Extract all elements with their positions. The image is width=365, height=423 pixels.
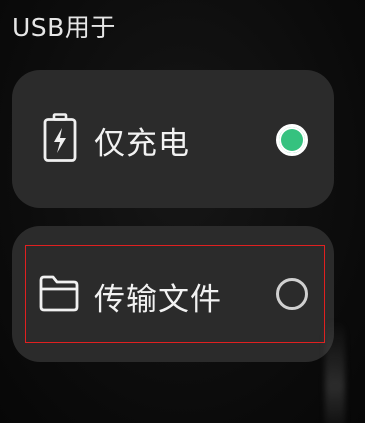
option-charge-only[interactable]: 仅充电 [12, 70, 334, 208]
battery-charging-icon [43, 113, 77, 162]
bezel-reflection [325, 320, 345, 423]
radio-selected[interactable] [276, 124, 308, 156]
option-label-charge-only: 仅充电 [94, 126, 190, 162]
page-title: USB用于 [12, 13, 116, 42]
highlight-box [25, 245, 325, 343]
usb-mode-screen: USB用于 仅充电 传输文件 [0, 0, 365, 423]
